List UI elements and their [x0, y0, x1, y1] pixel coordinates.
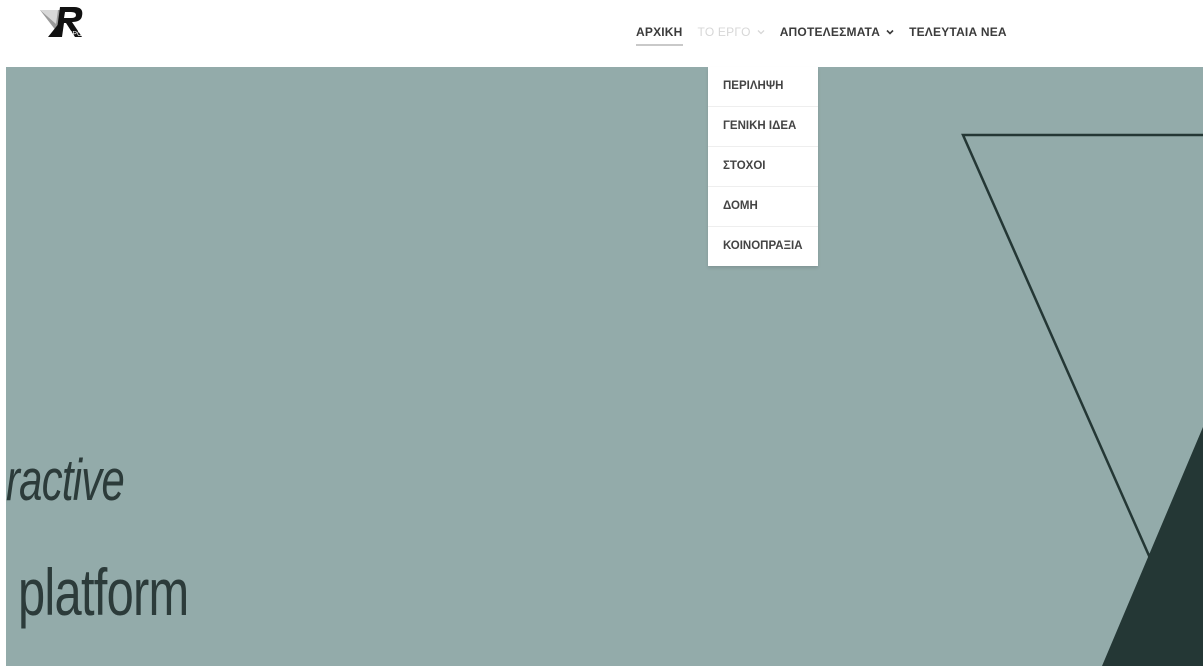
hero-section: ractive platform	[6, 67, 1203, 666]
nav-item-label: ΤΕΛΕΥΤΑΙΑ ΝΕΑ	[909, 25, 1007, 39]
vrexpo-logo-icon: EXPO	[40, 7, 83, 38]
dropdown-item-structure[interactable]: ΔΟΜΗ	[708, 187, 818, 227]
site-logo[interactable]: EXPO	[38, 6, 88, 38]
chevron-down-icon	[757, 30, 765, 35]
nav-item-label: ΑΡΧΙΚΗ	[636, 25, 683, 39]
dropdown-item-summary[interactable]: ΠΕΡΙΛΗΨΗ	[708, 67, 818, 107]
nav-item-results[interactable]: ΑΠΟΤΕΛΕΣΜΑΤΑ	[780, 24, 894, 40]
nav-item-label: ΑΠΟΤΕΛΕΣΜΑΤΑ	[779, 25, 881, 39]
main-nav: ΑΡΧΙΚΗ ΤΟ ΕΡΓΟ ΑΠΟΤΕΛΕΣΜΑΤΑ ΤΕΛΕΥΤΑΙΑ ΝΕ…	[636, 0, 1022, 64]
dropdown-item-general-idea[interactable]: ΓΕΝΙΚΗ ΙΔΕΑ	[708, 107, 818, 147]
dropdown-item-goals[interactable]: ΣΤΟΧΟΙ	[708, 147, 818, 187]
project-dropdown-menu: ΠΕΡΙΛΗΨΗ ΓΕΝΙΚΗ ΙΔΕΑ ΣΤΟΧΟΙ ΔΟΜΗ ΚΟΙΝΟΠΡ…	[708, 67, 818, 266]
page: EXPO ΑΡΧΙΚΗ ΤΟ ΕΡΓΟ ΑΠΟΤΕΛΕΣΜΑΤΑ ΤΕΛΕΥΤΑ…	[0, 0, 1203, 666]
site-header: EXPO ΑΡΧΙΚΗ ΤΟ ΕΡΓΟ ΑΠΟΤΕΛΕΣΜΑΤΑ ΤΕΛΕΥΤΑ…	[0, 0, 1203, 67]
nav-item-project[interactable]: ΤΟ ΕΡΓΟ	[698, 24, 765, 40]
nav-item-home[interactable]: ΑΡΧΙΚΗ	[636, 24, 683, 46]
nav-item-label: ΤΟ ΕΡΓΟ	[697, 25, 751, 39]
hero-headline-line-1: ractive	[6, 448, 125, 513]
dropdown-item-consortium[interactable]: ΚΟΙΝΟΠΡΑΞΙΑ	[708, 227, 818, 266]
logo-text: EXPO	[63, 31, 83, 38]
hero-headline-line-2: platform	[18, 555, 189, 629]
nav-item-latest-news[interactable]: ΤΕΛΕΥΤΑΙΑ ΝΕΑ	[909, 24, 1007, 40]
chevron-down-icon	[886, 29, 894, 35]
